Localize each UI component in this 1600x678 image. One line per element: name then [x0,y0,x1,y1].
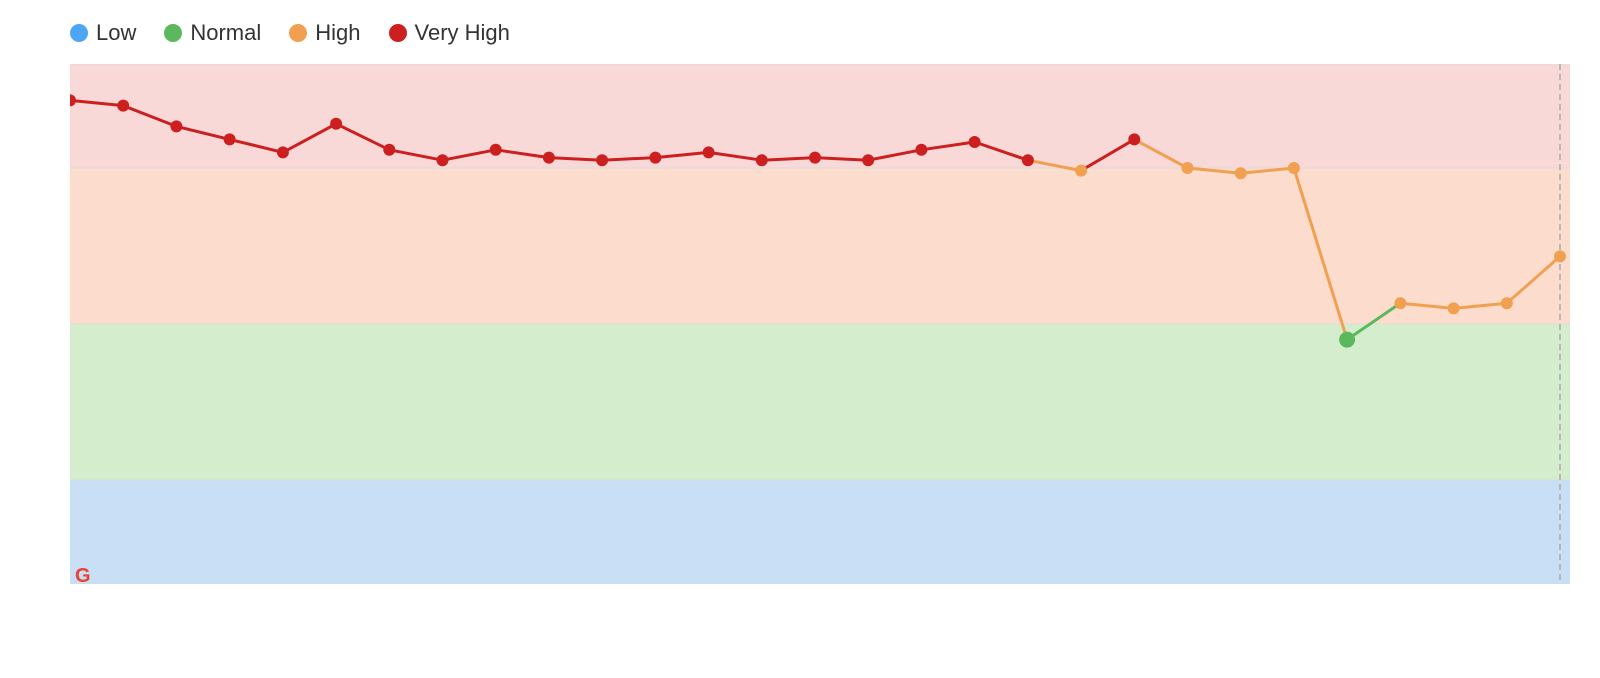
dot-26 [1448,302,1460,314]
dot-13 [756,154,768,166]
dot-3 [224,133,236,145]
google-icon: G [75,565,91,584]
legend-item-normal: Normal [164,20,261,46]
dot-23 [1288,162,1300,174]
chart-container: Low Normal High Very High [0,0,1600,678]
legend-dot-very-high [389,24,407,42]
legend-label-low: Low [96,20,136,46]
zone-normal [70,324,1570,480]
dot-5 [330,118,342,130]
legend-label-very-high: Very High [415,20,510,46]
dot-16 [915,144,927,156]
dot-28 [1554,250,1566,262]
dot-19 [1075,165,1087,177]
dot-22 [1235,167,1247,179]
legend-dot-high [289,24,307,42]
zone-very-high [70,64,1570,168]
dot-21 [1182,162,1194,174]
zone-low [70,480,1570,584]
dot-11 [649,152,661,164]
legend-item-very-high: Very High [389,20,510,46]
dot-20 [1128,133,1140,145]
dot-6 [383,144,395,156]
chart-svg: 10 8 5 2 0 G Dec 19 Dec 21 Dec 23 Dec 25… [70,64,1570,584]
dot-17 [969,136,981,148]
dot-8 [490,144,502,156]
zone-high [70,168,1570,324]
dot-10 [596,154,608,166]
dot-2 [170,120,182,132]
legend-dot-normal [164,24,182,42]
dot-9 [543,152,555,164]
legend-item-low: Low [70,20,136,46]
chart-area: 10 8 5 2 0 G Dec 19 Dec 21 Dec 23 Dec 25… [70,64,1570,584]
dot-27 [1501,297,1513,309]
dot-14 [809,152,821,164]
dot-15 [862,154,874,166]
legend-dot-low [70,24,88,42]
dot-12 [703,146,715,158]
dot-1 [117,100,129,112]
legend-label-high: High [315,20,360,46]
dot-7 [437,154,449,166]
dot-25 [1394,297,1406,309]
dot-18 [1022,154,1034,166]
dot-24 [1339,332,1355,348]
dot-4 [277,146,289,158]
legend-label-normal: Normal [190,20,261,46]
legend-item-high: High [289,20,360,46]
chart-legend: Low Normal High Very High [70,20,1570,46]
